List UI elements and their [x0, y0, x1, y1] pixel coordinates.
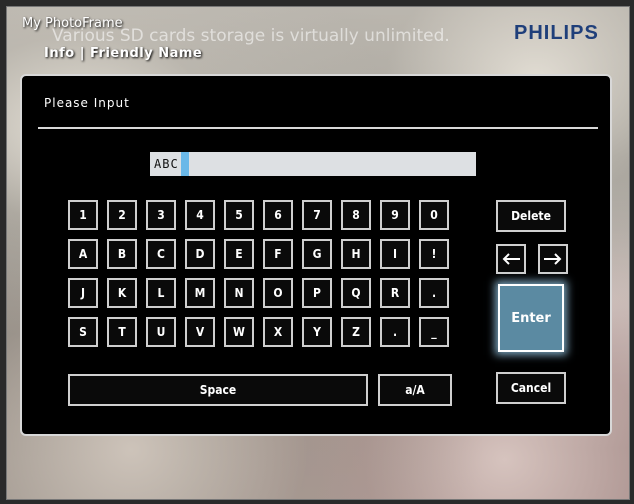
- cursor-left-key[interactable]: [496, 244, 526, 274]
- key-4-1[interactable]: S: [68, 317, 98, 347]
- key-4-3[interactable]: U: [146, 317, 176, 347]
- app-title: My PhotoFrame: [22, 16, 123, 31]
- key-1-1[interactable]: 1: [68, 200, 98, 230]
- key-2-6[interactable]: F: [263, 239, 293, 269]
- key-4-5[interactable]: W: [224, 317, 254, 347]
- key-4-6[interactable]: X: [263, 317, 293, 347]
- philips-logo: PHILIPS: [514, 22, 599, 44]
- key-2-9[interactable]: I: [380, 239, 410, 269]
- key-3-10[interactable]: .: [419, 278, 449, 308]
- key-3-7[interactable]: P: [302, 278, 332, 308]
- key-4-8[interactable]: Z: [341, 317, 371, 347]
- key-3-8[interactable]: Q: [341, 278, 371, 308]
- delete-key[interactable]: Delete: [496, 200, 566, 232]
- cursor-right-key[interactable]: [538, 244, 568, 274]
- key-2-5[interactable]: E: [224, 239, 254, 269]
- key-2-3[interactable]: C: [146, 239, 176, 269]
- input-dialog: Please Input ABC 1 2 3 4 5 6 7 8 9 0 A B C D E F G H I! J K L…: [20, 74, 612, 436]
- input-value: ABC: [154, 157, 179, 171]
- text-input[interactable]: ABC: [150, 152, 476, 176]
- key-2-8[interactable]: H: [341, 239, 371, 269]
- key-2-2[interactable]: B: [107, 239, 137, 269]
- key-3-9[interactable]: R: [380, 278, 410, 308]
- key-1-3[interactable]: 3: [146, 200, 176, 230]
- key-4-4[interactable]: V: [185, 317, 215, 347]
- key-2-10[interactable]: !: [419, 239, 449, 269]
- key-3-5[interactable]: N: [224, 278, 254, 308]
- arrow-right-icon: [544, 253, 562, 265]
- key-4-9[interactable]: .: [380, 317, 410, 347]
- key-1-8[interactable]: 8: [341, 200, 371, 230]
- key-1-5[interactable]: 5: [224, 200, 254, 230]
- key-3-3[interactable]: L: [146, 278, 176, 308]
- key-3-1[interactable]: J: [68, 278, 98, 308]
- key-3-6[interactable]: O: [263, 278, 293, 308]
- key-2-4[interactable]: D: [185, 239, 215, 269]
- case-toggle-key[interactable]: a/A: [378, 374, 452, 406]
- key-4-2[interactable]: T: [107, 317, 137, 347]
- key-1-7[interactable]: 7: [302, 200, 332, 230]
- key-1-4[interactable]: 4: [185, 200, 215, 230]
- key-1-6[interactable]: 6: [263, 200, 293, 230]
- key-1-2[interactable]: 2: [107, 200, 137, 230]
- dialog-title: Please Input: [44, 96, 130, 110]
- key-4-7[interactable]: Y: [302, 317, 332, 347]
- cancel-key-label: Cancel: [510, 381, 552, 395]
- key-3-4[interactable]: M: [185, 278, 215, 308]
- key-2-7[interactable]: G: [302, 239, 332, 269]
- space-key-label: Space: [199, 383, 237, 397]
- delete-key-label: Delete: [511, 209, 551, 223]
- enter-key-label: Enter: [511, 310, 551, 326]
- key-4-10[interactable]: _: [419, 317, 449, 347]
- cancel-key[interactable]: Cancel: [496, 372, 566, 404]
- enter-key[interactable]: Enter: [498, 284, 564, 352]
- space-key[interactable]: Space: [68, 374, 368, 406]
- key-1-10[interactable]: 0: [419, 200, 449, 230]
- divider: [38, 127, 598, 129]
- key-2-1[interactable]: A: [68, 239, 98, 269]
- text-cursor: [180, 152, 189, 176]
- breadcrumb: Info | Friendly Name: [44, 46, 203, 61]
- case-toggle-label: a/A: [405, 383, 425, 397]
- key-1-9[interactable]: 9: [380, 200, 410, 230]
- arrow-left-icon: [502, 253, 520, 265]
- key-3-2[interactable]: K: [107, 278, 137, 308]
